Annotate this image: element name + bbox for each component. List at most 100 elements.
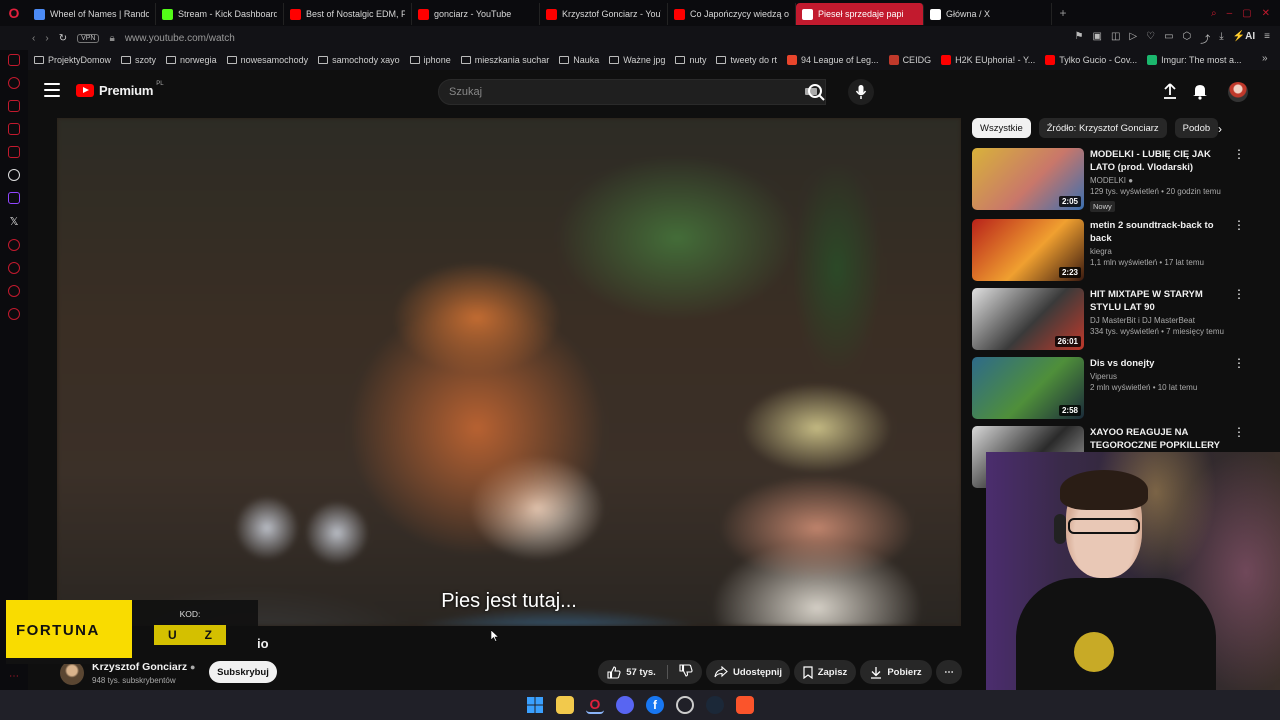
hamburger-menu-icon[interactable] [44, 83, 60, 97]
more-vertical-icon[interactable]: ⋮ [1233, 288, 1245, 300]
more-vertical-icon[interactable]: ⋮ [1233, 148, 1245, 160]
bookmark-item[interactable]: tweety do rt [716, 55, 777, 65]
video-channel[interactable]: kiegra [1090, 247, 1230, 256]
browser-tab[interactable]: gonciarz - YouTube [412, 3, 540, 25]
filter-chip[interactable]: Podob [1174, 118, 1219, 138]
chrome-like-icon[interactable] [676, 696, 694, 714]
bookmark-icon[interactable]: ⚑ [1075, 31, 1084, 46]
bookmark-item[interactable]: Nauka [559, 55, 599, 65]
facebook-icon[interactable]: f [646, 696, 664, 714]
sidebar-clock-icon[interactable] [8, 262, 20, 274]
brave-icon[interactable] [736, 696, 754, 714]
browser-tab[interactable]: Stream - Kick Dashboard [156, 3, 284, 25]
browser-tab[interactable]: Główna / X [924, 3, 1052, 25]
maximize-button[interactable]: ▢ [1242, 8, 1251, 19]
share-icon[interactable]: ⤴ [1200, 31, 1210, 46]
sidebar-history-icon[interactable] [8, 77, 20, 89]
video-title-text[interactable]: metin 2 soundtrack-back to back [1090, 219, 1230, 245]
video-thumbnail[interactable]: 26:01 [972, 288, 1084, 350]
video-title-text[interactable]: MODELKI - LUBIĘ CIĘ JAK LATO (prod. Vlod… [1090, 148, 1230, 174]
video-channel[interactable]: MODELKI ● [1090, 176, 1230, 185]
sidebar-twitch-icon[interactable] [8, 192, 20, 204]
browser-tab[interactable]: Co Japończycy wiedzą o [668, 3, 796, 25]
opera-logo-icon[interactable]: O [0, 0, 28, 26]
bookmark-item[interactable]: Imgur: The most a... [1147, 55, 1242, 65]
new-tab-button[interactable]: + [1052, 6, 1074, 20]
search-tabs-icon[interactable]: ⌕ [1211, 8, 1217, 19]
bookmarks-overflow-icon[interactable]: » [1262, 53, 1268, 64]
sidebar-messenger-icon[interactable] [8, 123, 20, 135]
bookmark-item[interactable]: 94 League of Leg... [786, 55, 879, 65]
sidebar-extensions-icon[interactable] [8, 285, 20, 297]
video-channel[interactable]: Viperus [1090, 372, 1230, 381]
browser-tab[interactable]: Krzysztof Gonciarz - YouT [540, 3, 668, 25]
menu-icon[interactable]: ≡ [1264, 31, 1270, 46]
ai-button[interactable]: ⚡AI [1233, 31, 1255, 46]
bookmark-item[interactable]: szoty [121, 55, 156, 65]
bookmark-item[interactable]: H2K EUphoria! - Y... [941, 55, 1035, 65]
browser-tab[interactable]: Best of Nostalgic EDM, P [284, 3, 412, 25]
recommended-video[interactable]: 2:05 MODELKI - LUBIĘ CIĘ JAK LATO (prod. … [972, 148, 1272, 212]
subscribe-button[interactable]: Subskrybuj [209, 661, 277, 683]
video-title-text[interactable]: HIT MIXTAPE W STARYM STYLU LAT 90 [1090, 288, 1230, 314]
reload-icon[interactable]: ↻ [59, 33, 67, 44]
sidebar-mail-icon[interactable] [8, 146, 20, 158]
download-button[interactable]: Pobierz [860, 660, 932, 684]
wallet-icon[interactable]: ▭ [1164, 31, 1173, 46]
more-actions-button[interactable]: ⋯ [936, 660, 962, 684]
like-button[interactable]: 57 tys. [607, 665, 656, 679]
url-field[interactable]: www.youtube.com/watch [125, 33, 235, 44]
bookmark-item[interactable]: mieszkania suchar [460, 55, 549, 65]
discord-icon[interactable] [616, 696, 634, 714]
channel-avatar[interactable] [60, 661, 84, 685]
filter-chip[interactable]: Źródło: Krzysztof Gonciarz [1038, 118, 1167, 138]
steam-icon[interactable] [706, 696, 724, 714]
browser-tab[interactable]: Pieseł sprzedaje papi [796, 3, 924, 25]
bookmark-item[interactable]: iphone [409, 55, 451, 65]
more-vertical-icon[interactable]: ⋮ [1233, 219, 1245, 231]
sidebar-settings-icon[interactable] [8, 239, 20, 251]
video-title-text[interactable]: XAYOO REAGUJE NA TEGOROCZNE POPKILLERY .… [1090, 426, 1230, 452]
file-explorer-icon[interactable] [556, 696, 574, 714]
video-player[interactable]: Pies jest tutaj... [57, 118, 961, 626]
search-input[interactable]: Szukaj [438, 79, 826, 105]
extensions-icon[interactable]: ⬡ [1183, 31, 1192, 46]
search-button[interactable] [804, 79, 828, 105]
youtube-logo[interactable]: Premium PL [76, 81, 166, 98]
bookmark-item[interactable]: nuty [675, 55, 706, 65]
sidebar-notes-icon[interactable] [8, 100, 20, 112]
video-title-text[interactable]: Dis vs donejty [1090, 357, 1230, 370]
upload-button[interactable] [1162, 82, 1178, 100]
minimize-button[interactable]: – [1227, 8, 1233, 19]
sidebar-x-icon[interactable]: 𝕏 [10, 215, 19, 228]
account-avatar[interactable] [1228, 82, 1248, 102]
opera-taskbar-icon[interactable]: O [586, 696, 604, 714]
chevron-right-icon[interactable]: › [1218, 122, 1222, 136]
player-icon[interactable]: ▷ [1129, 31, 1137, 46]
bookmark-item[interactable]: CEIDG [888, 55, 931, 65]
video-thumbnail[interactable]: 2:23 [972, 219, 1084, 281]
more-vertical-icon[interactable]: ⋮ [1233, 426, 1245, 438]
filter-chip[interactable]: Wszystkie [972, 118, 1031, 138]
bookmark-item[interactable]: Ważne jpg [609, 55, 665, 65]
close-window-button[interactable]: ✕ [1262, 8, 1270, 19]
bookmark-item[interactable]: nowesamochody [226, 55, 308, 65]
snapshot-icon[interactable]: ▣ [1093, 31, 1102, 46]
video-thumbnail[interactable]: 2:05 [972, 148, 1084, 210]
forward-icon[interactable]: › [45, 33, 48, 44]
lock-icon[interactable]: 🔒︎ [109, 33, 114, 44]
heart-icon[interactable]: ♡ [1146, 31, 1155, 46]
sidebar-chatgpt-icon[interactable] [8, 169, 20, 181]
more-vertical-icon[interactable]: ⋮ [1233, 357, 1245, 369]
download-icon[interactable]: ⤓ [1219, 31, 1223, 46]
video-thumbnail[interactable]: 2:58 [972, 357, 1084, 419]
sidebar-gear-icon[interactable] [8, 308, 20, 320]
sidebar-media-icon[interactable] [8, 54, 20, 66]
back-icon[interactable]: ‹ [32, 33, 35, 44]
recommended-video[interactable]: 26:01 HIT MIXTAPE W STARYM STYLU LAT 90 DJ… [972, 288, 1272, 352]
sidebar-more-icon[interactable]: ⋯ [9, 671, 19, 682]
notifications-button[interactable] [1192, 82, 1208, 100]
bookmark-item[interactable]: norwegia [166, 55, 217, 65]
share-button[interactable]: Udostępnij [706, 660, 790, 684]
browser-tab[interactable]: Wheel of Names | Random [28, 3, 156, 25]
